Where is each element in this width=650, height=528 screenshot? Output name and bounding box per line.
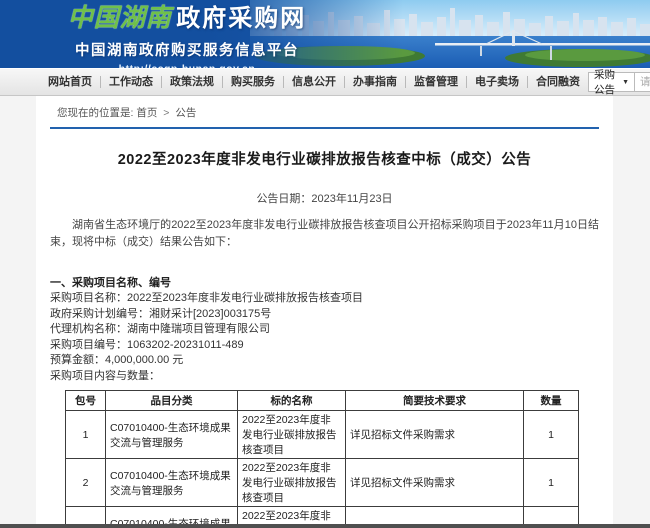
nav-item-guide[interactable]: 办事指南 [345, 76, 406, 88]
cell-category: C07010400-生态环境成果交流与管理服务 [106, 411, 238, 459]
nav-item-home[interactable]: 网站首页 [40, 76, 101, 88]
cell-subject-name: 2022至2023年度非发电行业碳排放报告核查项目 [238, 459, 346, 507]
search-category-value: 采购公告 [594, 67, 618, 97]
nav-menu: 网站首页 工作动态 政策法规 购买服务 信息公开 办事指南 监督管理 电子卖场 … [40, 76, 588, 88]
table-row: 1 C07010400-生态环境成果交流与管理服务 2022至2023年度非发电… [66, 411, 579, 459]
header-tech-requirements: 简要技术要求 [346, 391, 524, 411]
breadcrumb-prefix: 您现在的位置是: [57, 107, 133, 119]
header-package-no: 包号 [66, 391, 106, 411]
site-banner: 中国湖南 政府采购网 中国湖南政府购买服务信息平台 http://ccgp-hu… [0, 0, 650, 68]
cell-quantity: 1 [524, 459, 579, 507]
header-category: 品目分类 [106, 391, 238, 411]
table-row: 2 C07010400-生态环境成果交流与管理服务 2022至2023年度非发电… [66, 459, 579, 507]
field-budget-amount: 预算金额：4,000,000.00 元 [50, 353, 599, 369]
breadcrumb: 您现在的位置是: 首页 > 公告 [50, 104, 599, 122]
page-title: 2022至2023年度非发电行业碳排放报告核查中标（成交）公告 [50, 148, 599, 169]
site-url: http://ccgp-hunan.gov.cn [62, 63, 312, 68]
search-bar: 采购公告 ▼ [588, 72, 650, 92]
project-fields: 采购项目名称：2022至2023年度非发电行业碳排放报告核查项目 政府采购计划编… [50, 291, 599, 384]
header-quantity: 数量 [524, 391, 579, 411]
site-title: 政府采购网 [176, 5, 306, 32]
chevron-down-icon: ▼ [622, 79, 629, 86]
field-content-quantity-label: 采购项目内容与数量： [50, 369, 599, 385]
main-navbar: 网站首页 工作动态 政策法规 购买服务 信息公开 办事指南 监督管理 电子卖场 … [0, 68, 650, 96]
cell-tech-requirements: 详见招标文件采购需求 [346, 411, 524, 459]
cell-category: C07010400-生态环境成果交流与管理服务 [106, 459, 238, 507]
cell-package-no: 1 [66, 411, 106, 459]
search-input[interactable] [635, 72, 650, 92]
nav-item-policy[interactable]: 政策法规 [162, 76, 223, 88]
field-project-name: 采购项目名称：2022至2023年度非发电行业碳排放报告核查项目 [50, 291, 599, 307]
site-subtitle: 中国湖南政府购买服务信息平台 [62, 39, 312, 60]
breadcrumb-home-link[interactable]: 首页 [136, 107, 157, 119]
site-logo[interactable]: 中国湖南 政府采购网 中国湖南政府购买服务信息平台 http://ccgp-hu… [62, 4, 312, 68]
cell-package-no: 2 [66, 459, 106, 507]
field-project-number: 采购项目编号：1063202-20231011-489 [50, 338, 599, 354]
bottom-edge-strip [0, 524, 650, 528]
content-divider-line [50, 127, 599, 129]
nav-item-supervision[interactable]: 监督管理 [406, 76, 467, 88]
field-plan-number: 政府采购计划编号：湘财采计[2023]003175号 [50, 307, 599, 323]
nav-item-e-marketplace[interactable]: 电子卖场 [467, 76, 528, 88]
search-category-select[interactable]: 采购公告 ▼ [588, 72, 635, 92]
breadcrumb-separator: > [163, 107, 169, 119]
content-panel: 您现在的位置是: 首页 > 公告 2022至2023年度非发电行业碳排放报告核查… [36, 96, 613, 528]
nav-item-contract-finance[interactable]: 合同融资 [528, 76, 588, 88]
logo-calligraphy-text: 中国湖南 [68, 3, 172, 32]
nav-item-news[interactable]: 工作动态 [101, 76, 162, 88]
section1-heading: 一、采购项目名称、编号 [50, 274, 599, 290]
table-header-row: 包号 品目分类 标的名称 简要技术要求 数量 [66, 391, 579, 411]
breadcrumb-current-link[interactable]: 公告 [175, 107, 196, 119]
nav-item-purchase-service[interactable]: 购买服务 [223, 76, 284, 88]
cell-subject-name: 2022至2023年度非发电行业碳排放报告核查项目 [238, 411, 346, 459]
nav-item-info-disclosure[interactable]: 信息公开 [284, 76, 345, 88]
cell-quantity: 1 [524, 411, 579, 459]
announcement-date: 公告日期：2023年11月23日 [50, 190, 599, 206]
cell-tech-requirements: 详见招标文件采购需求 [346, 459, 524, 507]
announcement-intro: 湖南省生态环境厅的2022至2023年度非发电行业碳排放报告核查项目公开招标采购… [50, 217, 599, 251]
procurement-items-table: 包号 品目分类 标的名称 简要技术要求 数量 1 C07010400-生态环境成… [65, 390, 579, 528]
header-subject-name: 标的名称 [238, 391, 346, 411]
field-agency-name: 代理机构名称：湖南中隆瑞项目管理有限公司 [50, 322, 599, 338]
